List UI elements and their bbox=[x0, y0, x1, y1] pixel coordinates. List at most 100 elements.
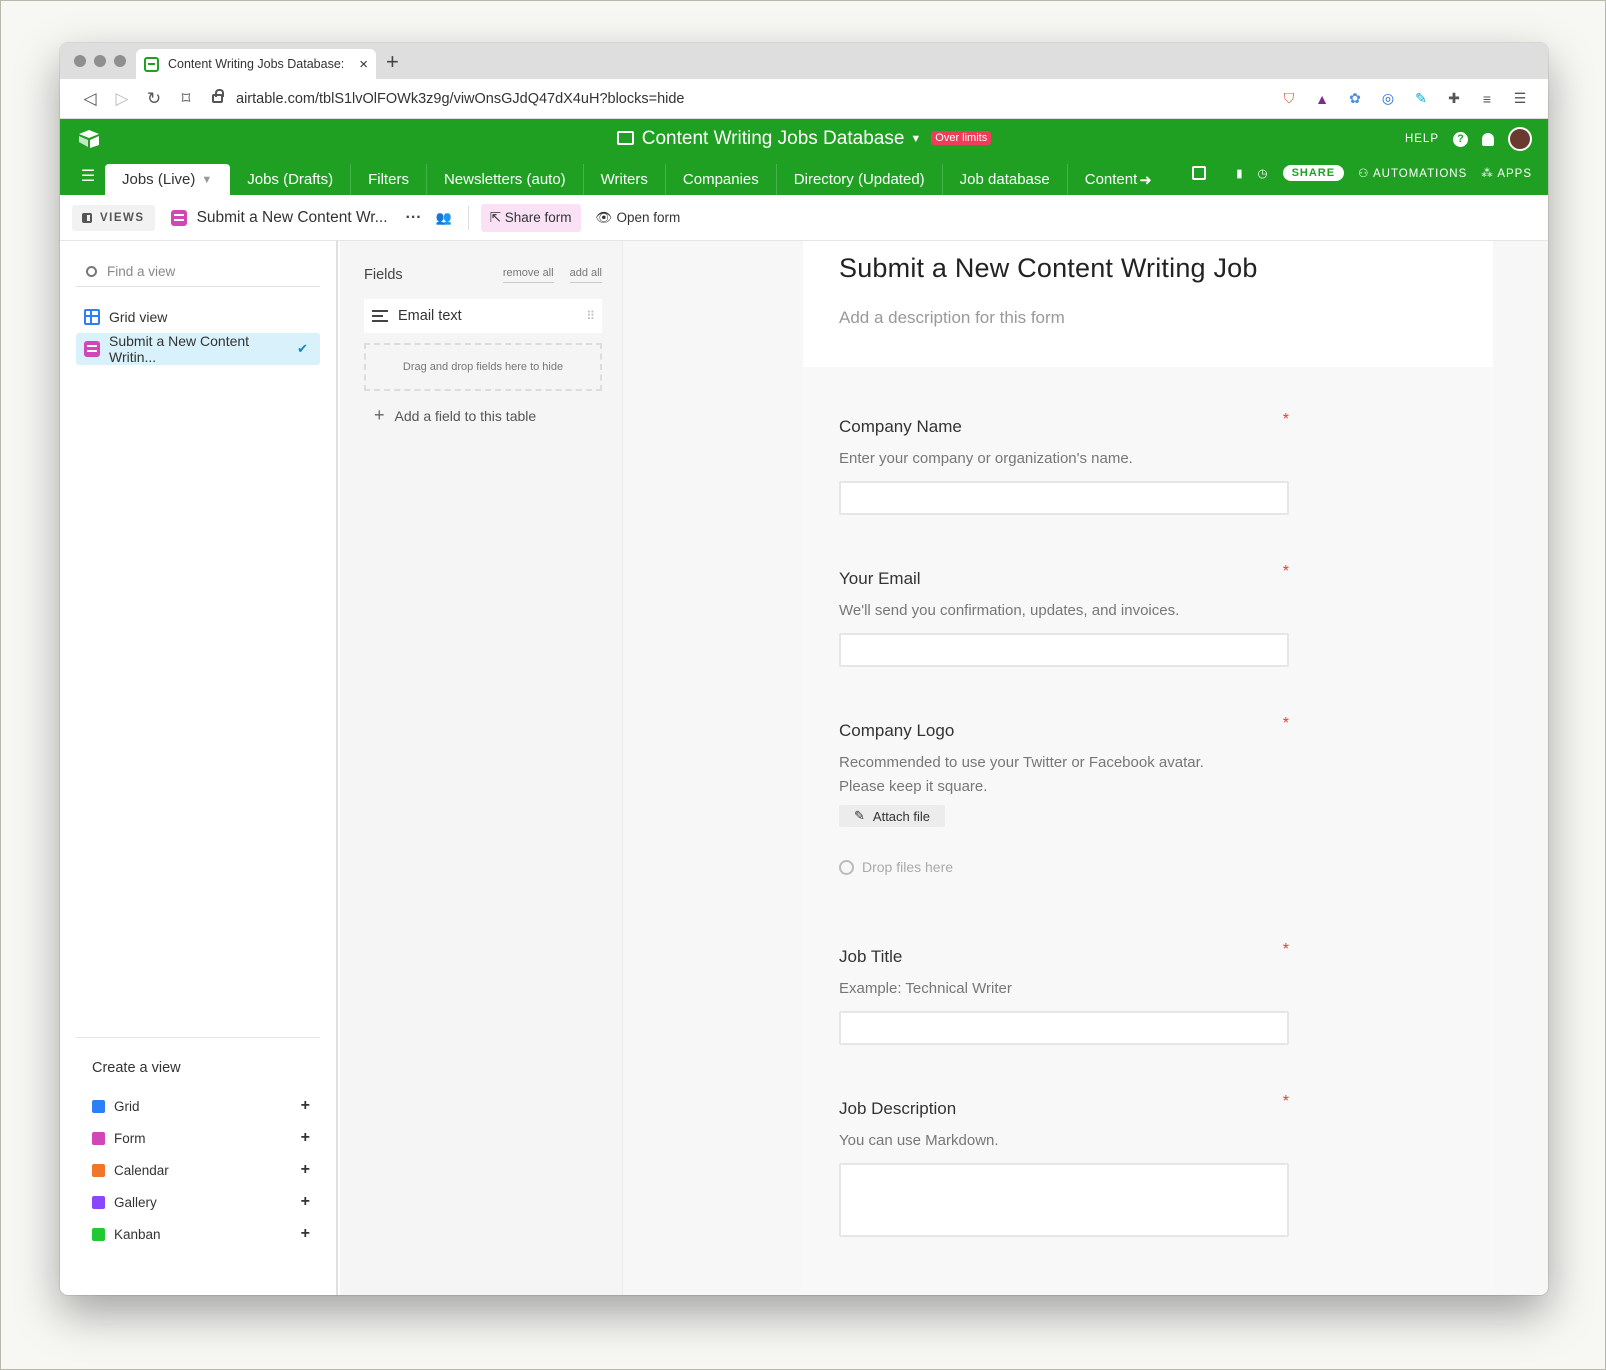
attach-file-button[interactable]: ✎ Attach file bbox=[839, 805, 945, 827]
chevron-down-icon[interactable]: ▼ bbox=[201, 174, 212, 186]
add-field-button[interactable]: + Add a field to this table bbox=[374, 405, 622, 426]
table-tab-companies[interactable]: Companies bbox=[666, 164, 777, 195]
bookmark-icon[interactable]: ⌑ bbox=[170, 89, 202, 109]
apps-button[interactable]: ⁂ APPS bbox=[1481, 166, 1532, 180]
over-limits-badge[interactable]: Over limits bbox=[931, 131, 992, 145]
create-gallery-view[interactable]: Gallery + bbox=[76, 1186, 320, 1218]
close-window-button[interactable] bbox=[74, 55, 86, 67]
job-title-input[interactable] bbox=[839, 1011, 1289, 1045]
drop-files-label: Drop files here bbox=[862, 859, 954, 875]
share-external-icon: ⇱ bbox=[489, 209, 505, 225]
company-name-input[interactable] bbox=[839, 481, 1289, 515]
table-tab-directory[interactable]: Directory (Updated) bbox=[777, 164, 943, 195]
sidebar-panel-icon bbox=[82, 212, 92, 223]
field-label: Email text bbox=[398, 308, 462, 324]
base-title[interactable]: Content Writing Jobs Database ▼ Over limit… bbox=[60, 128, 1548, 150]
create-calendar-view[interactable]: Calendar + bbox=[76, 1154, 320, 1186]
puzzle-extensions-icon[interactable]: ✚ bbox=[1444, 89, 1464, 109]
find-view-input[interactable]: Find a view bbox=[76, 257, 320, 287]
plus-icon[interactable]: + bbox=[301, 1097, 310, 1115]
create-form-view[interactable]: Form + bbox=[76, 1122, 320, 1154]
collaborators-icon[interactable]: 👥 bbox=[436, 210, 452, 226]
share-form-button[interactable]: ⇱ Share form bbox=[480, 203, 581, 232]
hamburger-menu-icon[interactable]: ☰ bbox=[71, 157, 105, 195]
form-field-job-description[interactable]: Job Description * You can use Markdown. bbox=[839, 1093, 1289, 1237]
reload-icon[interactable]: ↻ bbox=[138, 89, 170, 109]
extensions-area: ⛉ ▲ ✿ ◎ ✎ ✚ ≡ ☰ bbox=[1279, 89, 1548, 109]
eye-icon: 👁 bbox=[595, 209, 617, 225]
calendar-icon bbox=[92, 1163, 105, 1177]
field-help-line: Recommended to use your Twitter or Faceb… bbox=[839, 754, 1204, 771]
email-input[interactable] bbox=[839, 633, 1289, 667]
field-help: You can use Markdown. bbox=[839, 1132, 999, 1149]
table-tab-jobs-drafts[interactable]: Jobs (Drafts) bbox=[230, 164, 352, 195]
form-field-email[interactable]: Your Email * We'll send you confirmation,… bbox=[839, 563, 1289, 667]
help-link[interactable]: HELP bbox=[1405, 133, 1439, 145]
more-options-icon[interactable]: ··· bbox=[406, 209, 422, 227]
scroll-tabs-right-icon[interactable]: ➜ bbox=[1139, 171, 1152, 189]
browser-tab[interactable]: Content Writing Jobs Database: × bbox=[136, 49, 376, 79]
form-field-job-title[interactable]: Job Title * Example: Technical Writer bbox=[839, 941, 1289, 1045]
brave-rewards-icon[interactable]: ▲ bbox=[1312, 89, 1332, 109]
current-view-name[interactable]: Submit a New Content Wr... bbox=[170, 209, 388, 227]
share-button[interactable]: SHARE bbox=[1282, 165, 1345, 181]
fields-title: Fields bbox=[364, 267, 403, 283]
hide-fields-dropzone[interactable]: Drag and drop fields here to hide bbox=[364, 343, 602, 391]
user-avatar[interactable] bbox=[1508, 127, 1532, 151]
notifications-bell-icon[interactable] bbox=[1482, 132, 1494, 146]
sidebar-item-grid-view[interactable]: Grid view bbox=[76, 301, 320, 333]
form-description-placeholder[interactable]: Add a description for this form bbox=[839, 308, 1493, 328]
field-label-text: Your Email bbox=[839, 569, 921, 588]
automations-button[interactable]: ⚇ AUTOMATIONS bbox=[1358, 166, 1467, 180]
form-header: Submit a New Content Writing Job Add a d… bbox=[803, 241, 1493, 367]
drop-files-zone[interactable]: Drop files here bbox=[839, 859, 1289, 875]
close-tab-icon[interactable]: × bbox=[359, 56, 368, 73]
add-all-link[interactable]: add all bbox=[569, 267, 602, 283]
url-field[interactable]: airtable.com/tblS1lvOlFOWk3z9g/viwOnsGJd… bbox=[212, 89, 1279, 107]
sidebar-item-form-view[interactable]: Submit a New Content Writin... ✔ bbox=[76, 333, 320, 365]
plus-icon[interactable]: + bbox=[301, 1225, 310, 1243]
history-icon[interactable]: ◷ bbox=[1258, 166, 1269, 180]
password-extension-icon[interactable]: ◎ bbox=[1378, 89, 1398, 109]
back-icon[interactable]: ◁ bbox=[74, 89, 106, 109]
table-tab-filters[interactable]: Filters bbox=[351, 164, 427, 195]
hidden-field-email-text[interactable]: Email text ⠿ bbox=[364, 299, 602, 333]
new-tab-button[interactable]: + bbox=[386, 49, 399, 75]
browser-tabbar: Content Writing Jobs Database: × + bbox=[60, 43, 1548, 79]
gallery-icon bbox=[92, 1195, 105, 1209]
create-grid-view[interactable]: Grid + bbox=[76, 1090, 320, 1122]
plus-icon[interactable]: + bbox=[301, 1129, 310, 1147]
color-extension-icon[interactable]: ✿ bbox=[1345, 89, 1365, 109]
create-kanban-view[interactable]: Kanban + bbox=[76, 1218, 320, 1250]
plus-icon[interactable]: + bbox=[301, 1193, 310, 1211]
plus-icon[interactable]: + bbox=[301, 1161, 310, 1179]
form-field-company-logo[interactable]: Company Logo * Recommended to use your Tw… bbox=[839, 715, 1289, 875]
job-description-textarea[interactable] bbox=[839, 1163, 1289, 1237]
form-canvas: Submit a New Content Writing Job Add a d… bbox=[623, 241, 1548, 1295]
browser-menu-icon[interactable]: ☰ bbox=[1510, 89, 1530, 109]
add-table-icon[interactable] bbox=[1192, 166, 1207, 180]
apps-label: APPS bbox=[1497, 168, 1532, 180]
table-tab-newsletters[interactable]: Newsletters (auto) bbox=[427, 164, 584, 195]
remove-all-link[interactable]: remove all bbox=[502, 267, 554, 283]
zoom-window-button[interactable] bbox=[114, 55, 126, 67]
drag-handle-icon[interactable]: ⠿ bbox=[586, 309, 595, 323]
trash-icon[interactable]: ▮ bbox=[1236, 166, 1243, 180]
table-tab-content[interactable]: Content ➜ bbox=[1068, 164, 1169, 195]
help-icon[interactable]: ? bbox=[1453, 131, 1468, 147]
form-field-company-name[interactable]: Company Name * Enter your company or orga… bbox=[839, 411, 1289, 515]
share-form-label: Share form bbox=[504, 209, 572, 225]
views-toggle-button[interactable]: VIEWS bbox=[72, 204, 155, 231]
pen-extension-icon[interactable]: ✎ bbox=[1411, 89, 1431, 109]
brave-shield-icon[interactable]: ⛉ bbox=[1279, 89, 1299, 109]
forward-icon[interactable]: ▷ bbox=[106, 89, 138, 109]
reading-list-icon[interactable]: ≡ bbox=[1477, 89, 1497, 109]
form-title[interactable]: Submit a New Content Writing Job bbox=[839, 253, 1493, 284]
open-form-button[interactable]: 👁 Open form bbox=[596, 210, 681, 226]
table-tab-writers[interactable]: Writers bbox=[584, 164, 666, 195]
table-tab-job-database[interactable]: Job database bbox=[943, 164, 1068, 195]
minimize-window-button[interactable] bbox=[94, 55, 106, 67]
views-label: VIEWS bbox=[100, 211, 145, 224]
table-tab-jobs-live[interactable]: Jobs (Live) ▼ bbox=[105, 164, 231, 195]
browser-tab-title: Content Writing Jobs Database: bbox=[168, 57, 345, 71]
